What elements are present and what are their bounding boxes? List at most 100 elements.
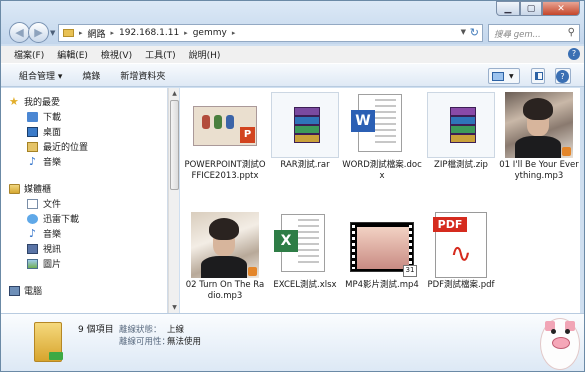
file-item-xlsx[interactable]: X EXCEL測試.xlsx	[264, 212, 346, 291]
file-item-pptx[interactable]: P POWERPOINT測試OFFICE2013.pptx	[184, 92, 266, 182]
minimize-button[interactable]: ▁	[496, 1, 520, 16]
star-icon: ★	[9, 95, 19, 108]
view-icon	[492, 71, 504, 81]
nav-scrollbar[interactable]: ▲ ▼	[168, 88, 179, 313]
nav-item-recent-places[interactable]: 最近的位置	[27, 139, 167, 154]
menu-view[interactable]: 檢視(V)	[101, 48, 132, 61]
file-item-mp3-02[interactable]: 02 Turn On The Radio.mp3	[184, 212, 266, 302]
album-art-icon	[191, 212, 259, 278]
new-folder-button[interactable]: 新增資料夾	[120, 69, 165, 82]
breadcrumb-separator[interactable]: ▸	[79, 29, 83, 37]
pdf-tag: PDF	[433, 217, 467, 232]
file-name: MP4影片測試.mp4	[345, 280, 419, 290]
title-bar: ▁ ▢ ✕ ◀ ▶ ▼ ▸ 網路 ▸ 192.168.1.11 ▸ gemmy …	[1, 1, 584, 44]
file-list: P POWERPOINT測試OFFICE2013.pptx RAR測試.rar …	[180, 88, 580, 313]
file-item-mp3-01[interactable]: 01 I'll Be Your Everything.mp3	[498, 92, 580, 182]
file-item-zip[interactable]: ZIP檔測試.zip	[420, 92, 502, 171]
breadcrumb-host[interactable]: 192.168.1.11	[119, 28, 179, 38]
preview-pane-icon	[535, 72, 543, 80]
offline-status-value: 上線	[167, 325, 185, 335]
folder-icon	[63, 29, 74, 37]
explorer-window: ▁ ▢ ✕ ◀ ▶ ▼ ▸ 網路 ▸ 192.168.1.11 ▸ gemmy …	[0, 0, 585, 372]
details-pane: 9 個項目 離線狀態： 上線 離線可用性： 無法使用	[1, 313, 584, 371]
nav-item-documents[interactable]: 文件	[27, 196, 167, 211]
powerpoint-file-icon: P	[191, 92, 259, 158]
back-arrow-icon: ◀	[15, 26, 24, 39]
file-name: RAR測試.rar	[280, 160, 330, 170]
breadcrumb-separator[interactable]: ▸	[184, 29, 188, 37]
menu-help-icon[interactable]: ?	[568, 48, 580, 60]
forward-button[interactable]: ▶	[28, 22, 49, 43]
zip-archive-icon	[427, 92, 495, 158]
file-name: ZIP檔測試.zip	[434, 160, 488, 170]
recent-pages-dropdown[interactable]: ▼	[50, 29, 55, 37]
search-input[interactable]: 搜尋 gem... ⚲	[488, 24, 580, 42]
pdf-file-icon: PDF ∿	[427, 212, 495, 278]
breadcrumb-network[interactable]: 網路	[88, 27, 106, 40]
thunder-icon	[27, 213, 38, 224]
calendar-icon: 31	[403, 265, 417, 277]
preview-pane-button[interactable]	[531, 68, 545, 84]
menu-tools[interactable]: 工具(T)	[145, 48, 176, 61]
breadcrumb-separator[interactable]: ▸	[232, 29, 236, 37]
scroll-down-icon[interactable]: ▼	[170, 303, 179, 312]
close-button[interactable]: ✕	[542, 1, 580, 16]
computer-icon	[9, 285, 20, 296]
search-placeholder: 搜尋 gem...	[494, 30, 541, 40]
media-badge-icon	[248, 267, 257, 276]
nav-item-label: 文件	[43, 200, 62, 210]
nav-item-music[interactable]: ♪ 音樂	[27, 226, 167, 241]
file-name: POWERPOINT測試OFFICE2013.pptx	[184, 160, 266, 181]
winrar-archive-icon	[271, 92, 339, 158]
item-count: 9 個項目	[78, 325, 114, 335]
nav-item-label: 下載	[43, 113, 62, 123]
nav-group-computer[interactable]: 電腦	[9, 283, 167, 298]
nav-group-libraries[interactable]: 媒體櫃	[9, 181, 167, 196]
nav-group-label: 電腦	[24, 287, 43, 297]
nav-item-pictures[interactable]: 圖片	[27, 256, 167, 271]
organize-button[interactable]: 組合管理 ▾	[19, 69, 62, 82]
file-name: 02 Turn On The Radio.mp3	[185, 280, 265, 301]
nav-item-thunder[interactable]: 迅雷下載	[27, 211, 167, 226]
change-view-button[interactable]: ▼	[488, 68, 520, 84]
breadcrumb-folder[interactable]: gemmy	[193, 28, 227, 38]
maximize-button[interactable]: ▢	[520, 1, 542, 16]
download-folder-icon	[27, 111, 38, 122]
refresh-icon[interactable]: ↻	[470, 26, 479, 39]
acrobat-icon: ∿	[450, 239, 472, 269]
burn-button[interactable]: 燒錄	[82, 69, 100, 82]
window-controls: ▁ ▢ ✕	[496, 1, 580, 16]
offline-availability-value: 無法使用	[167, 337, 202, 347]
videos-icon	[27, 243, 38, 254]
nav-item-downloads[interactable]: 下載	[27, 109, 167, 124]
search-icon[interactable]: ⚲	[568, 27, 575, 38]
back-button[interactable]: ◀	[9, 22, 30, 43]
documents-icon	[27, 198, 38, 209]
nav-item-videos[interactable]: 視訊	[27, 241, 167, 256]
help-button[interactable]: ?	[555, 68, 571, 84]
nav-item-label: 圖片	[43, 260, 62, 270]
nav-item-label: 迅雷下載	[43, 215, 80, 225]
forward-arrow-icon: ▶	[34, 26, 43, 39]
menu-edit[interactable]: 編輯(E)	[57, 48, 88, 61]
menu-file[interactable]: 檔案(F)	[14, 48, 44, 61]
media-badge-icon	[562, 147, 571, 156]
nav-item-music-fav[interactable]: ♪ 音樂	[27, 154, 167, 169]
address-bar[interactable]: ▸ 網路 ▸ 192.168.1.11 ▸ gemmy ▸ ▼ ↻	[58, 24, 483, 42]
offline-status-label: 離線狀態：	[119, 325, 162, 335]
file-item-docx[interactable]: W WORD測試檔案.docx	[341, 92, 423, 182]
menu-bar: 檔案(F) 編輯(E) 檢視(V) 工具(T) 說明(H) ?	[1, 46, 584, 63]
address-dropdown-icon[interactable]: ▼	[461, 28, 466, 36]
file-name: PDF測試檔案.pdf	[427, 280, 495, 290]
menu-help[interactable]: 說明(H)	[189, 48, 221, 61]
file-item-mp4[interactable]: 31 MP4影片測試.mp4	[341, 212, 423, 291]
libraries-icon	[9, 183, 20, 194]
nav-group-favorites[interactable]: ★ 我的最愛	[9, 94, 167, 109]
scroll-thumb[interactable]	[170, 100, 179, 190]
scroll-up-icon[interactable]: ▲	[170, 89, 179, 98]
nav-item-desktop[interactable]: 桌面	[27, 124, 167, 139]
file-item-pdf[interactable]: PDF ∿ PDF測試檔案.pdf	[420, 212, 502, 291]
pictures-icon	[27, 258, 38, 269]
file-item-rar[interactable]: RAR測試.rar	[264, 92, 346, 171]
breadcrumb-separator[interactable]: ▸	[111, 29, 115, 37]
